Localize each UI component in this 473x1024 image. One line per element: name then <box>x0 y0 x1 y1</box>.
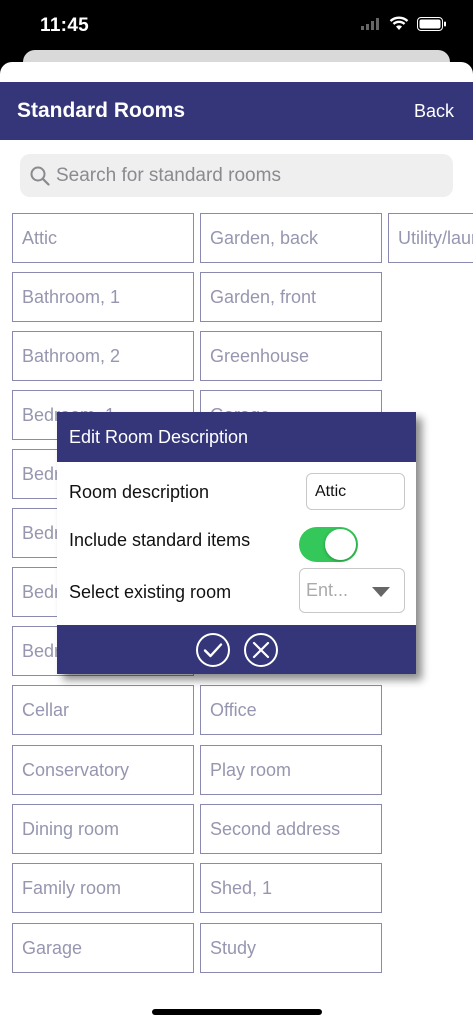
battery-icon <box>417 16 446 31</box>
toggle-knob <box>325 529 356 560</box>
room-item[interactable]: Attic <box>12 213 194 263</box>
page-title: Standard Rooms <box>17 99 186 122</box>
edit-room-dialog: Edit Room Description Room description A… <box>57 412 416 674</box>
room-item[interactable]: Garden, front <box>200 272 382 322</box>
search-input[interactable] <box>56 164 436 187</box>
back-button[interactable]: Back <box>414 101 454 122</box>
room-item[interactable]: Conservatory <box>12 745 194 795</box>
close-icon[interactable] <box>243 632 279 668</box>
room-item[interactable]: Garage <box>12 923 194 973</box>
select-existing-room-label: Select existing room <box>69 582 232 602</box>
room-item[interactable]: Family room <box>12 863 194 913</box>
home-indicator <box>152 1009 322 1015</box>
include-standard-items-toggle[interactable] <box>299 527 358 562</box>
chevron-down-icon <box>372 587 390 597</box>
nav-bar: Standard Rooms Back <box>0 82 473 140</box>
room-item[interactable]: Dining room <box>12 804 194 854</box>
signal-icon <box>361 17 379 30</box>
room-item[interactable]: Cellar <box>12 685 194 735</box>
room-item[interactable]: Office <box>200 685 382 735</box>
room-item[interactable]: Play room <box>200 745 382 795</box>
dialog-title: Edit Room Description <box>57 412 416 462</box>
room-item[interactable]: Shed, 1 <box>200 863 382 913</box>
search-bar[interactable] <box>20 154 453 197</box>
room-description-input[interactable]: Attic <box>306 473 405 510</box>
room-item[interactable]: Second address <box>200 804 382 854</box>
room-item[interactable]: Bathroom, 2 <box>12 331 194 381</box>
room-item[interactable]: Utility/laundry <box>388 213 473 263</box>
existing-room-select[interactable]: Ent... <box>299 568 405 613</box>
search-icon <box>30 166 50 186</box>
room-item[interactable]: Study <box>200 923 382 973</box>
room-item[interactable]: Garden, back <box>200 213 382 263</box>
check-icon[interactable] <box>195 632 231 668</box>
status-icons <box>361 16 447 31</box>
room-description-label: Room description <box>69 482 210 502</box>
select-placeholder: Ent... <box>306 580 349 600</box>
room-item[interactable]: Greenhouse <box>200 331 382 381</box>
room-item[interactable]: Bathroom, 1 <box>12 272 194 322</box>
status-time: 11:45 <box>40 15 90 36</box>
include-standard-items-label: Include standard items <box>69 530 251 550</box>
wifi-icon <box>389 16 409 30</box>
status-bar: 11:45 <box>0 0 473 50</box>
dialog-actions <box>57 625 416 674</box>
